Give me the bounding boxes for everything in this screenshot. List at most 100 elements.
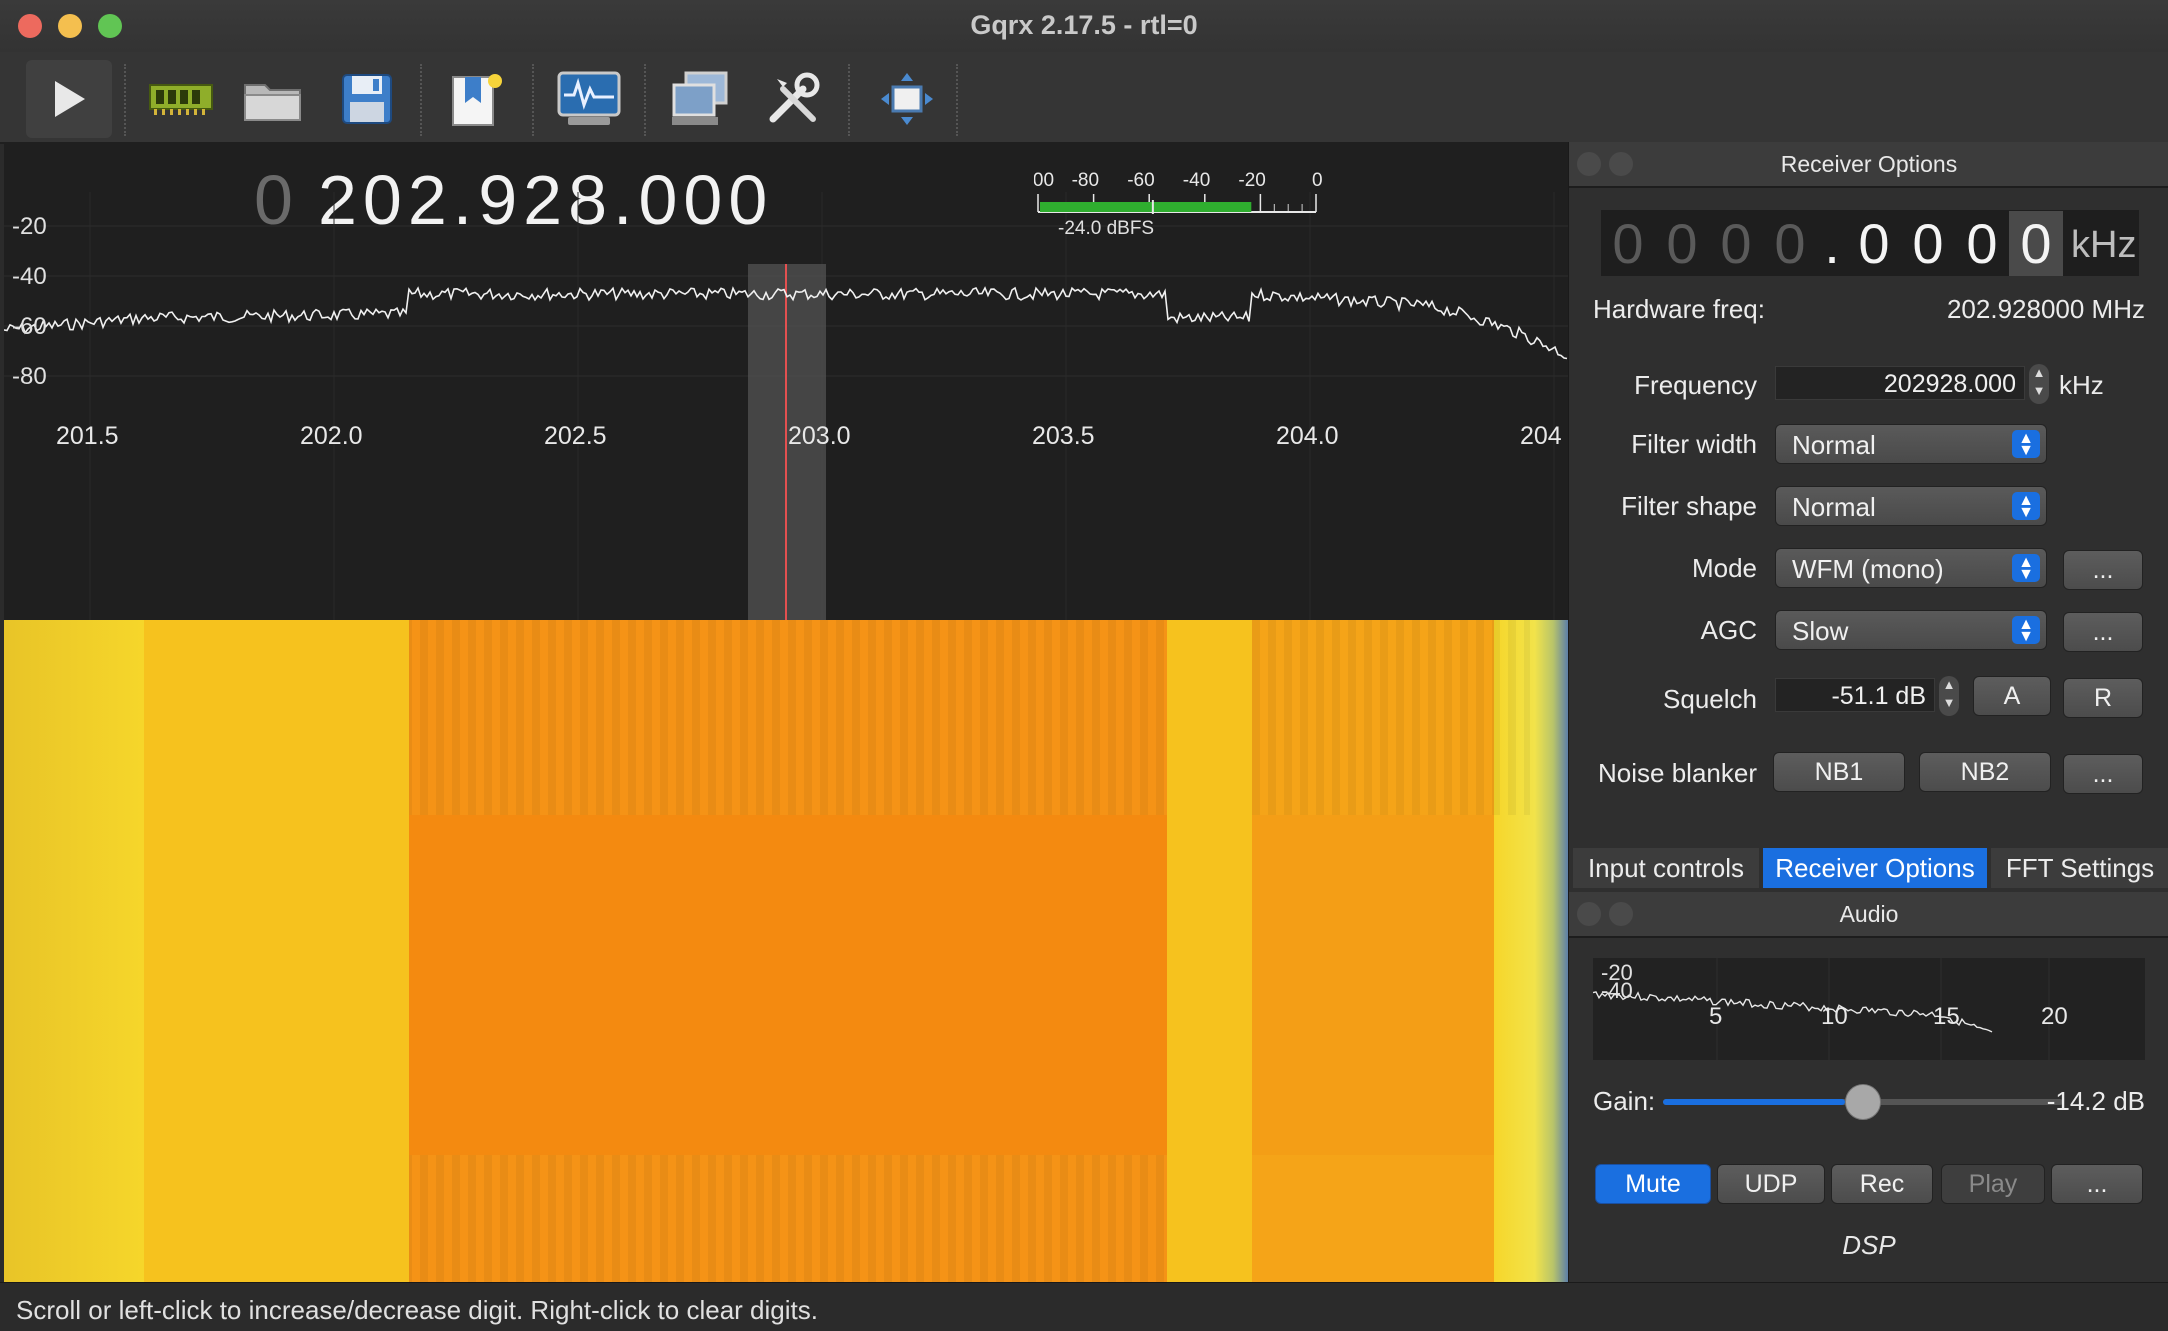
toolbar-separator [532,64,534,136]
filter-width-value: Normal [1792,430,1876,460]
squelch-label: Squelch [1663,684,1757,714]
fft-plot[interactable]: 0 202.928.000 -20 -40 -60 -80 201.5 202.0 202… [4,142,1568,620]
y-tick-label: -60 [12,313,47,340]
frequency-stepper[interactable]: ▲ ▼ [2029,364,2049,404]
open-button[interactable] [230,60,316,138]
toolbar-separator [956,64,958,136]
fullscreen-button[interactable] [864,60,950,138]
audio-fft-canvas: -20-405 10 15 20 [1592,958,2068,1060]
status-bar: Scroll or left-click to increase/decreas… [0,1282,2168,1331]
udp-button[interactable]: UDP [1717,1164,1825,1204]
toolbar [0,52,2168,144]
nb1-button[interactable]: NB1 [1773,752,1905,792]
filter-width-label: Filter width [1631,429,1757,459]
nb2-button[interactable]: NB2 [1919,752,2051,792]
dock-float-button[interactable] [1609,152,1633,176]
bookmark-icon [452,74,502,126]
squelch-input[interactable]: -51.1 dB [1775,678,1935,712]
offset-digit[interactable]: 0 [1601,211,1655,276]
tools-icon [769,72,820,123]
play-button[interactable]: Play [1941,1164,2045,1204]
dsp-label: DSP [1842,1230,1896,1260]
chevron-updown-icon: ▲ ▼ [2012,492,2040,521]
gain-label: Gain: [1593,1086,1656,1116]
frequency-input[interactable]: 202928.000 [1775,366,2025,400]
open-folder-icon [244,84,301,121]
audio-x-label: 10 [1821,1003,1848,1030]
filter-shape-value: Normal [1792,492,1876,522]
offset-digit[interactable]: 0 [1955,211,2009,276]
receiver-options-header: Receiver Options [1569,142,2168,188]
offset-unit: kHz [2071,224,2137,266]
squelch-reset-button[interactable]: R [2063,678,2143,718]
offset-digit[interactable]: 0 [1763,211,1817,276]
meter-tick-label: -60 [1127,170,1154,191]
agc-select[interactable]: Slow ▲ ▼ [1775,610,2047,650]
offset-decimal-point[interactable]: . [1817,211,1847,276]
bookmarks-button[interactable] [434,60,520,138]
mode-select[interactable]: WFM (mono) ▲ ▼ [1775,548,2047,588]
meter-tick-label: -80 [1072,170,1099,191]
offset-digit[interactable]: 0 [1709,211,1763,276]
dsp-monitor-button[interactable] [546,60,632,138]
mode-options-button[interactable]: ... [2063,550,2143,590]
save-button[interactable] [324,60,410,138]
x-tick-label: 203.0 [788,422,851,450]
meter-tick-label: -20 [1238,170,1265,191]
agc-options-button[interactable]: ... [2063,612,2143,652]
waterfall-canvas [4,620,1568,1282]
chevron-updown-icon: ▲ ▼ [2012,430,2040,459]
receiver-options-dock: Receiver Options 0000.0000 kHz Hardware … [1569,142,2168,794]
io-devices-button[interactable] [138,60,224,138]
toolbar-separator [124,64,126,136]
play-icon [55,81,85,117]
chevron-updown-icon: ▲ ▼ [2012,554,2040,583]
nb-options-button[interactable]: ... [2063,754,2143,794]
gain-slider-fill [1663,1099,1845,1105]
meter-tick-label: -100 [1034,170,1054,191]
meter-tick-label: -40 [1183,170,1210,191]
network-icon [672,71,728,125]
hardware-freq-value: 202.928000 MHz [1946,294,2145,324]
status-text: Scroll or left-click to increase/decreas… [16,1295,818,1325]
filter-shape-select[interactable]: Normal ▲ ▼ [1775,486,2047,526]
frequency-unit: kHz [2059,370,2104,400]
filter-width-select[interactable]: Normal ▲ ▼ [1775,424,2047,464]
gain-slider[interactable] [1663,1084,2063,1120]
meter-tick-label: 0 [1312,170,1323,191]
y-tick-label: -20 [12,213,47,240]
settings-button[interactable] [750,60,836,138]
toolbar-separator [420,64,422,136]
squelch-auto-button[interactable]: A [1973,676,2051,716]
offset-digit[interactable]: 0 [1655,211,1709,276]
tab-receiver-options[interactable]: Receiver Options [1763,848,1987,888]
meter-level-bar [1040,202,1252,212]
right-dock-panel: Receiver Options 0000.0000 kHz Hardware … [1568,142,2168,1282]
squelch-stepper[interactable]: ▲ ▼ [1939,676,1959,716]
remote-control-button[interactable] [658,60,744,138]
audio-header: Audio [1569,892,2168,938]
offset-digit[interactable]: 0 [2009,210,2063,276]
audio-x-label: 5 [1709,1003,1722,1030]
gain-slider-handle[interactable] [1845,1084,1881,1120]
tab-input-controls[interactable]: Input controls [1573,848,1759,888]
start-stop-button[interactable] [26,60,112,138]
x-tick-label: 201.5 [56,422,119,450]
offset-digit[interactable]: 0 [1847,211,1901,276]
mode-value: WFM (mono) [1792,554,1944,584]
dock-tabs: Input controls Receiver Options FFT Sett… [1573,848,2168,888]
dock-close-button[interactable] [1577,152,1601,176]
offset-digit[interactable]: 0 [1901,211,1955,276]
agc-value: Slow [1792,616,1849,646]
rec-button[interactable]: Rec [1831,1164,1933,1204]
dock-close-button[interactable] [1577,902,1601,926]
receiver-options-title: Receiver Options [1780,151,1958,177]
dock-float-button[interactable] [1609,902,1633,926]
audio-fft-plot: -20 -40 5 10 15 20 [1592,958,2145,1060]
offset-freq-display[interactable]: 0000.0000 kHz [1601,210,2139,276]
tab-fft-settings[interactable]: FFT Settings [1991,848,2168,888]
fullscreen-icon [881,73,933,125]
waterfall[interactable] [4,620,1568,1282]
audio-options-button[interactable]: ... [2051,1164,2143,1204]
mute-button[interactable]: Mute [1595,1164,1711,1204]
